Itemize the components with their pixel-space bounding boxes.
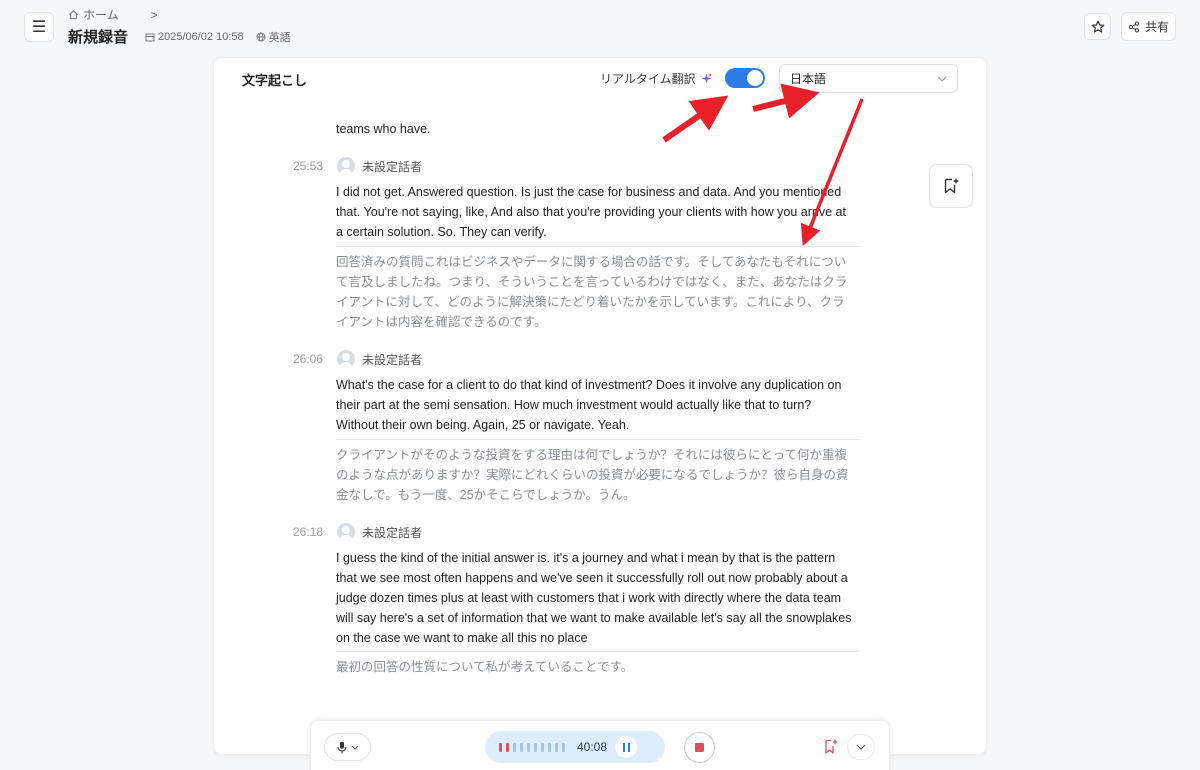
translation-line: 金なしで。もう一度、25かそこらでしょうか。うん。	[336, 488, 636, 502]
segment-line: on the case we want to make all this no …	[336, 631, 588, 645]
translation-line: のような点がありますか？実際にどれくらいの投資が必要になるでしょうか？彼ら自身の…	[336, 468, 849, 482]
translation-divider	[336, 439, 860, 440]
hamburger-icon: ☰	[31, 19, 47, 36]
segment-line: a certain solution. So. They can verify.	[336, 225, 547, 239]
share-label: 共有	[1144, 20, 1169, 34]
segment-translation: 回答済みの質問これはビジネスやデータに関する場合の話です。そしてあなたもそれにつ…	[336, 252, 860, 332]
segment-translation: クライアントがそのような投資をする理由は何でしょうか？それには彼らにとって何か重…	[336, 445, 860, 505]
favorite-button[interactable]	[1084, 13, 1111, 40]
home-icon	[69, 10, 78, 20]
segment-line: judge dozen times plus at least with cus…	[336, 591, 842, 605]
segment-text: I guess the kind of the initial answer i…	[336, 548, 860, 648]
speaker-label[interactable]: 未設定話者	[337, 157, 422, 175]
recording-date: 2025/06/02 10:58	[158, 31, 244, 43]
chevron-down-icon	[937, 76, 947, 82]
segment-line: Without their own being. Again, 25 or na…	[336, 418, 630, 432]
segment-line: that. You're not saying, like, And also …	[336, 205, 846, 219]
calendar-icon	[145, 33, 155, 42]
microphone-select-button[interactable]	[324, 733, 371, 761]
realtime-translation-label: リアルタイム翻訳	[600, 70, 712, 87]
speaker-label[interactable]: 未設定話者	[337, 350, 422, 368]
breadcrumb-separator: >	[150, 7, 158, 22]
language-meta: 英語	[256, 29, 291, 45]
segment-text: What's the case for a client to do that …	[336, 375, 860, 435]
recording-language: 英語	[268, 32, 291, 44]
segment-text: I did not get. Answered question. Is jus…	[336, 182, 860, 242]
translation-line: 最初の回答の性質について私が考えていることです。	[336, 660, 634, 674]
segment-line: that we see most often happens and we've…	[336, 571, 848, 585]
translation-line: イアントは内容を確認できるのです。	[336, 315, 547, 329]
speaker-name: 未設定話者	[362, 525, 423, 540]
target-language-select[interactable]: 日本語	[779, 64, 958, 93]
recording-timer: 40:08	[577, 740, 608, 754]
more-options-button[interactable]	[847, 734, 875, 760]
chevron-down-icon	[856, 744, 866, 750]
page-title: 新規録音	[68, 29, 129, 46]
transcript-title: 文字起こし	[242, 73, 308, 88]
chevron-down-icon	[351, 745, 358, 750]
segment-translation: 最初の回答の性質について私が考えていることです。	[336, 657, 860, 677]
speaker-name: 未設定話者	[362, 159, 423, 174]
breadcrumb-home[interactable]: ホーム	[83, 6, 119, 23]
translation-divider	[336, 246, 860, 247]
date-meta: 2025/06/02 10:58	[145, 29, 244, 45]
translation-line: クライアントがそのような投資をする理由は何でしょうか？それには彼らにとって何か重…	[336, 448, 848, 462]
pause-icon	[622, 742, 625, 752]
segment-timestamp[interactable]: 25:53	[293, 159, 323, 173]
menu-button[interactable]: ☰	[24, 12, 54, 42]
translation-divider	[336, 651, 860, 652]
segment-line: their part at the semi sensation. How mu…	[336, 398, 812, 412]
segment-line: I did not get. Answered question. Is jus…	[336, 185, 842, 199]
translation-line: て言及しましたね。つまり、そういうことを言っているわけではなく、また、あなたはク…	[336, 275, 848, 289]
target-language-value: 日本語	[790, 72, 827, 86]
recording-status: 40:08	[485, 731, 665, 763]
realtime-translation-toggle[interactable]	[725, 68, 765, 88]
translation-line: イアントに対して、どのように解決策にたどり着いたかを示しています。これにより、ク…	[336, 295, 845, 309]
audio-level-meter	[499, 742, 565, 752]
translation-line: 回答済みの質問これはビジネスやデータに関する場合の話です。そしてあなたもそれにつ…	[336, 255, 847, 269]
avatar	[337, 157, 355, 175]
speaker-label[interactable]: 未設定話者	[337, 523, 422, 541]
share-button[interactable]: 共有	[1121, 12, 1176, 41]
stop-recording-button[interactable]	[684, 732, 715, 763]
stop-icon	[695, 743, 704, 752]
segment-line: What's the case for a client to do that …	[336, 378, 842, 392]
add-bookmark-button[interactable]	[929, 164, 973, 208]
breadcrumb: ホーム >	[68, 6, 158, 23]
bookmark-add-icon	[944, 178, 959, 194]
transcript-partial-text: teams who have.	[336, 122, 431, 136]
realtime-label-text: リアルタイム翻訳	[600, 72, 696, 86]
ai-sparkle-icon	[701, 73, 712, 84]
bookmark-add-icon	[825, 739, 837, 754]
segment-line: I guess the kind of the initial answer i…	[336, 551, 836, 565]
microphone-icon	[336, 741, 347, 753]
segment-line: will say here's a set of information tha…	[336, 611, 852, 625]
avatar	[337, 350, 355, 368]
segment-timestamp[interactable]: 26:18	[293, 525, 323, 539]
share-icon	[1128, 20, 1140, 32]
pause-button[interactable]	[615, 736, 638, 758]
star-icon	[1091, 20, 1104, 33]
avatar	[337, 523, 355, 541]
globe-icon	[256, 32, 266, 42]
speaker-name: 未設定話者	[362, 352, 423, 367]
recording-meta: 2025/06/02 10:58 英語	[145, 29, 291, 45]
segment-timestamp[interactable]: 26:06	[293, 352, 323, 366]
toggle-knob	[747, 70, 763, 86]
add-marker-button[interactable]	[820, 734, 842, 760]
